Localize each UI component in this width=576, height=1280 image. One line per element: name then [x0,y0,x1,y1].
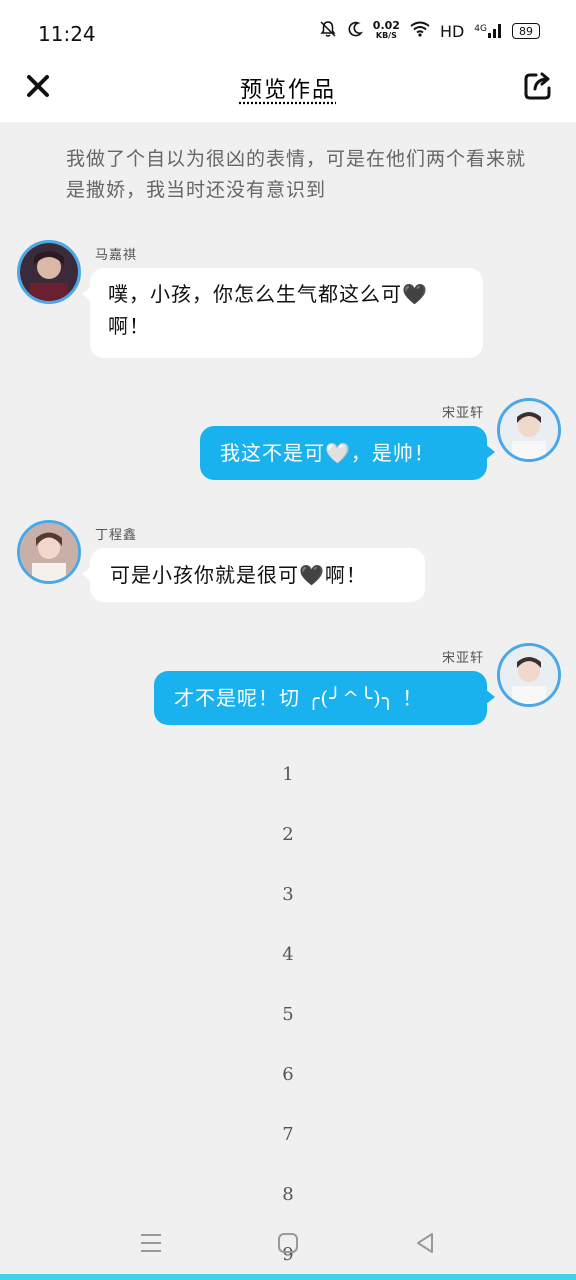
message-text: 我这不是可🤍，是帅！ [220,441,435,465]
network-speed: 0.02 KB/S [372,19,400,41]
page-number: 3 [282,884,294,905]
message-text: 可是小孩你就是很可🖤啊！ [110,563,367,587]
sender-name: 丁程鑫 [95,528,138,543]
share-icon [522,70,554,106]
avatar[interactable] [17,240,81,304]
avatar[interactable] [17,520,81,584]
menu-icon [139,1232,163,1258]
network-speed-value: 0.02 [372,19,400,32]
battery-indicator: 89 [512,23,540,39]
home-button[interactable] [273,1230,303,1260]
page-number: 7 [282,1124,294,1145]
status-icons: 0.02 KB/S HD 4G 89 [319,20,540,42]
hd-label: HD [439,21,465,41]
moon-icon [347,21,363,41]
bell-off-icon [319,20,337,42]
back-icon [413,1231,437,1259]
message-bubble: 我这不是可🤍，是帅！ [200,426,495,480]
message-bubble: 可是小孩你就是很可🖤啊！ [82,548,425,602]
narration-text: 我做了个自以为很凶的表情，可是在他们两个看来就是撒娇，我当时还没有意识到 [66,148,527,201]
status-bar: 11:24 0.02 KB/S HD 4G 89 [0,0,576,62]
bottom-accent-bar [0,1274,576,1280]
network-speed-unit: KB/S [375,31,397,40]
home-icon [276,1231,300,1259]
page-number: 5 [282,1004,294,1025]
back-button[interactable] [410,1230,440,1260]
sender-name: 马嘉祺 [95,248,138,263]
page-number: 1 [282,764,294,785]
page-number: 6 [282,1064,294,1085]
page-number: 8 [282,1184,294,1205]
message-bubble: 噗，小孩，你怎么生气都这么可🖤啊！ [82,268,483,358]
message-bubble: 才不是呢！切 ╭(╯^╰)╮ ！ [154,671,495,725]
avatar[interactable] [497,398,561,462]
sender-name: 宋亚轩 [441,651,484,666]
header: 预览作品 [0,62,576,122]
message-text: 才不是呢！切 ╭(╯^╰)╮ ！ [174,686,424,710]
page-number: 2 [282,824,294,845]
system-navbar [0,1216,576,1274]
message-text: 噗，小孩，你怎么生气都这么可🖤啊！ [108,282,428,338]
avatar[interactable] [497,643,561,707]
wifi-icon [410,21,430,41]
sender-name: 宋亚轩 [441,406,484,421]
share-button[interactable] [518,68,558,108]
menu-button[interactable] [136,1230,166,1260]
signal-icon: 4G [474,24,502,38]
network-type: 4G [474,24,487,34]
page-number: 4 [282,944,294,965]
status-time: 11:24 [38,22,96,46]
page-title: 预览作品 [239,78,336,103]
